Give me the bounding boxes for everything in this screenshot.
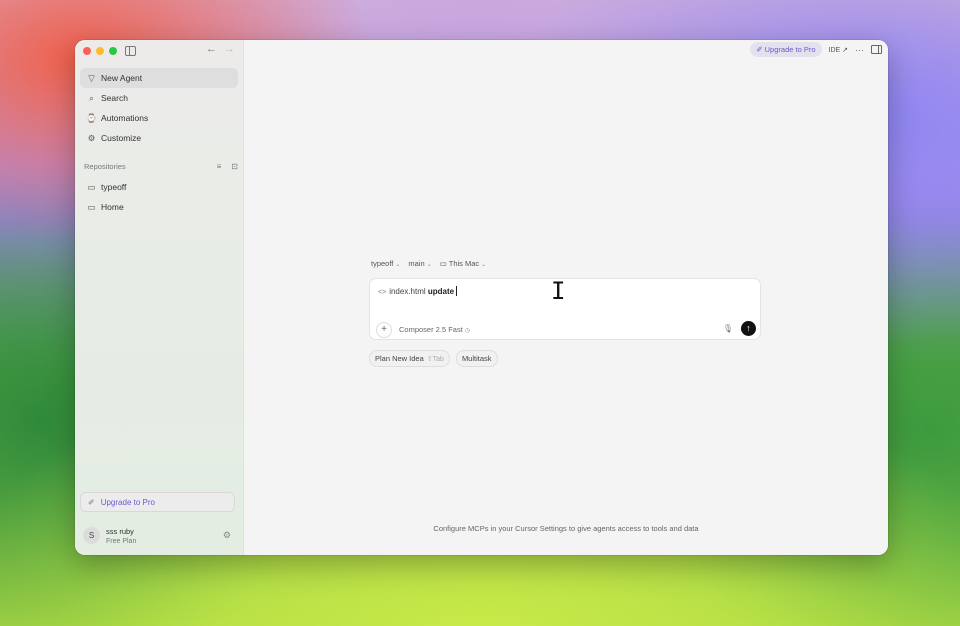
machine-selector-label: This Mac xyxy=(448,259,480,268)
customize-icon: ⚙ xyxy=(87,132,96,143)
model-label: Composer 2.5 Fast xyxy=(399,325,463,334)
repo-item-label: typeoff xyxy=(101,182,127,192)
main-area: ✐ Upgrade to Pro IDE ↗ ··· typeoff ⌄ main… xyxy=(244,40,888,555)
composer-text[interactable]: <> index.html update xyxy=(378,286,458,296)
text-caret xyxy=(456,286,458,296)
repo-item-label: Home xyxy=(101,202,124,212)
folder-icon: ▭ xyxy=(87,201,96,212)
add-attachment-button[interactable]: + xyxy=(376,322,392,338)
repositories-header: Repositories ≡ ⊡ xyxy=(84,162,238,171)
zoom-window-button[interactable] xyxy=(109,47,117,55)
typed-text: update xyxy=(427,287,455,296)
arrow-up-icon: ↑ xyxy=(746,323,751,333)
search-icon: ⌕ xyxy=(89,92,94,103)
monitor-icon: ▭ xyxy=(439,259,447,268)
file-reference: index.html xyxy=(389,287,426,296)
agent-icon: ▽ xyxy=(88,72,95,83)
chip-label: Plan New Idea xyxy=(375,354,424,363)
ibeam-cursor-icon: I xyxy=(551,277,566,305)
sidebar-item-customize[interactable]: ⚙ Customize xyxy=(80,128,238,148)
back-arrow-icon[interactable]: ← xyxy=(206,43,224,55)
mcp-hint: Configure MCPs in your Cursor Settings t… xyxy=(433,524,699,533)
sidebar-item-label: Automations xyxy=(101,113,149,123)
window-controls xyxy=(83,47,117,55)
branch-selector-label: main xyxy=(408,259,425,268)
send-button[interactable]: ↑ xyxy=(741,321,756,336)
add-folder-icon[interactable]: ⊡ xyxy=(231,162,238,171)
chevron-down-icon: ⌄ xyxy=(426,262,432,268)
branch-selector[interactable]: main ⌄ xyxy=(408,259,431,268)
toggle-panel-icon[interactable] xyxy=(871,45,882,54)
machine-selector[interactable]: ▭ This Mac ⌄ xyxy=(440,259,487,268)
sidebar-item-new-agent[interactable]: ▽ New Agent xyxy=(80,68,238,88)
model-info-icon: ◷ xyxy=(464,328,471,334)
forward-arrow-icon[interactable]: → xyxy=(224,43,242,55)
sidebar-item-automations[interactable]: ⌚ Automations xyxy=(80,108,238,128)
sidebar: ←→ ▽ New Agent ⌕ Search ⌚ Automations ⚙ … xyxy=(75,40,244,555)
upgrade-label: Upgrade to Pro xyxy=(100,497,155,507)
suggestion-chips: Plan New Idea ⇧Tab Multitask xyxy=(369,350,498,367)
automations-icon: ⌚ xyxy=(86,112,97,123)
user-plan: Free Plan xyxy=(106,538,137,545)
repo-selector[interactable]: typeoff ⌄ xyxy=(371,259,400,268)
settings-gear-icon[interactable]: ⚙ xyxy=(223,530,231,541)
app-window: ←→ ▽ New Agent ⌕ Search ⌚ Automations ⚙ … xyxy=(75,40,888,555)
repository-list: ▭ typeoff ▭ Home xyxy=(80,177,238,217)
history-nav: ←→ xyxy=(206,43,242,55)
sidebar-upgrade-button[interactable]: ✐ Upgrade to Pro xyxy=(80,492,235,512)
minimize-window-button[interactable] xyxy=(96,47,104,55)
plan-new-idea-button[interactable]: Plan New Idea ⇧Tab xyxy=(369,350,450,367)
multitask-button[interactable]: Multitask xyxy=(455,350,498,367)
repo-selector-label: typeoff xyxy=(371,259,394,268)
more-options-icon[interactable]: ··· xyxy=(855,45,864,55)
chevron-down-icon: ⌄ xyxy=(481,262,487,268)
rocket-icon: ✐ xyxy=(88,497,95,507)
user-name: sss ruby xyxy=(106,527,134,536)
chip-label: Multitask xyxy=(461,354,492,363)
sidebar-toggle-icon[interactable] xyxy=(125,46,136,56)
shortcut-hint: ⇧Tab xyxy=(426,356,444,363)
filter-icon[interactable]: ≡ xyxy=(217,162,222,171)
chevron-down-icon: ⌄ xyxy=(395,262,401,268)
sidebar-item-label: New Agent xyxy=(101,73,143,83)
user-profile[interactable]: S sss ruby Free Plan ⚙ xyxy=(83,525,237,547)
repo-item-home[interactable]: ▭ Home xyxy=(80,197,238,217)
ide-button[interactable]: IDE ↗ xyxy=(829,46,848,54)
folder-icon: ▭ xyxy=(87,181,96,192)
upgrade-label: Upgrade to Pro xyxy=(764,45,816,54)
microphone-icon[interactable]: 🎙︎ xyxy=(723,324,733,333)
avatar: S xyxy=(83,527,100,544)
top-bar: ✐ Upgrade to Pro IDE ↗ ··· xyxy=(750,42,882,57)
close-window-button[interactable] xyxy=(83,47,91,55)
upgrade-to-pro-button[interactable]: ✐ Upgrade to Pro xyxy=(750,42,822,57)
sidebar-item-label: Customize xyxy=(101,133,142,143)
repo-item-typeoff[interactable]: ▭ typeoff xyxy=(80,177,238,197)
code-icon: <> xyxy=(378,289,387,296)
sidebar-menu: ▽ New Agent ⌕ Search ⌚ Automations ⚙ Cus… xyxy=(80,68,238,148)
sidebar-item-search[interactable]: ⌕ Search xyxy=(80,88,238,108)
context-selectors: typeoff ⌄ main ⌄ ▭ This Mac ⌄ xyxy=(371,259,486,268)
rocket-icon: ✐ xyxy=(756,45,763,54)
repositories-title: Repositories xyxy=(84,162,126,171)
sidebar-item-label: Search xyxy=(101,93,128,103)
model-selector[interactable]: Composer 2.5 Fast ◷ xyxy=(399,325,470,334)
